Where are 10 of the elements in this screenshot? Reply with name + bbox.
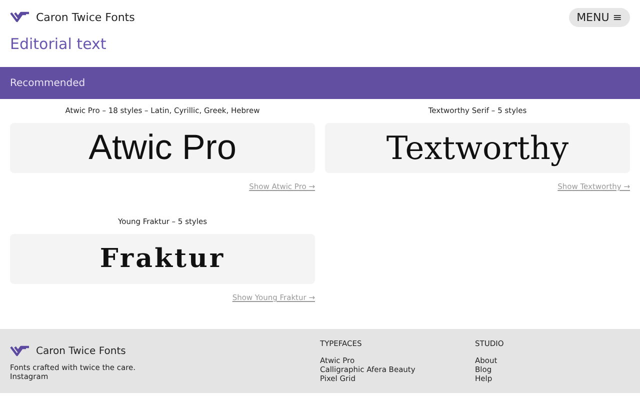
font-sample[interactable]: Fraktur (10, 234, 315, 284)
logo-icon (10, 345, 30, 357)
font-sample[interactable]: Atwic Pro (10, 123, 315, 173)
footer-brand[interactable]: Caron Twice Fonts (36, 346, 126, 356)
font-sample[interactable]: Textworthy (325, 123, 630, 173)
section-band: Recommended (0, 67, 640, 99)
page-title: Editorial text (9, 34, 108, 55)
logo-icon (10, 11, 30, 23)
menu-button[interactable]: MENU ≡ (568, 8, 630, 26)
brand-name[interactable]: Caron Twice Fonts (36, 10, 135, 24)
